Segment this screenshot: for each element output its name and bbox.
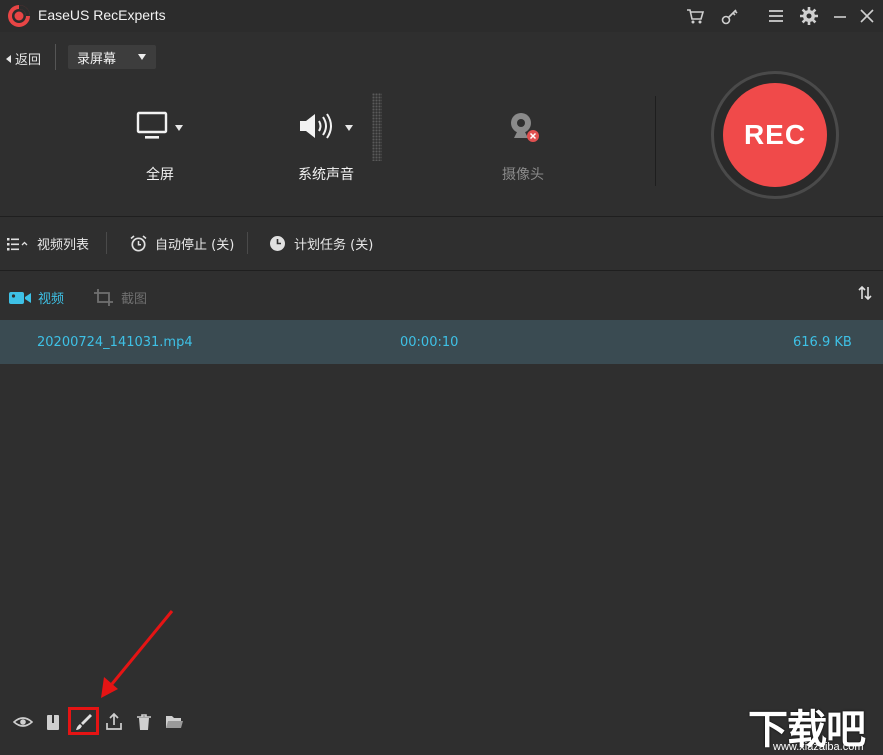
preview-eye-icon[interactable] <box>13 712 33 732</box>
upload-icon[interactable] <box>104 712 124 732</box>
rec-label: REC <box>743 119 807 150</box>
trim-icon[interactable] <box>43 712 63 732</box>
schedule-option[interactable]: 计划任务 (关) <box>269 234 373 253</box>
monitor-icon <box>136 111 168 139</box>
divider <box>655 96 656 186</box>
header-bar: 返回 录屏幕 <box>0 37 883 79</box>
screen-area-label: 全屏 <box>146 167 174 183</box>
divider <box>55 44 56 70</box>
menu-icon[interactable] <box>766 6 786 26</box>
video-camera-icon <box>9 291 31 304</box>
open-folder-icon[interactable] <box>164 712 184 732</box>
video-list-label: 视频列表 <box>37 238 90 253</box>
tab-video[interactable]: 视频 <box>9 288 64 307</box>
crop-icon <box>94 288 113 306</box>
video-list-toggle[interactable]: 视频列表 <box>7 234 89 253</box>
trash-icon[interactable] <box>134 712 154 732</box>
caret-down-icon <box>175 125 183 131</box>
speaker-icon <box>300 113 332 139</box>
webcam-icon <box>511 113 539 142</box>
key-icon[interactable] <box>720 6 740 26</box>
gear-icon[interactable] <box>799 6 819 26</box>
cart-icon[interactable] <box>685 6 705 26</box>
back-arrow-icon <box>6 54 11 63</box>
title-bar: EaseUS RecExperts <box>0 0 883 32</box>
caret-down-icon <box>345 125 353 131</box>
file-name: 20200724_141031.mp4 <box>37 335 193 350</box>
watermark-logo: 下载吧 www.xiazaiba.com <box>745 695 883 755</box>
watermark-url: www.xiazaiba.com <box>773 741 864 753</box>
sort-icon[interactable] <box>857 285 873 301</box>
app-title: EaseUS RecExperts <box>38 7 166 23</box>
file-action-toolbar <box>0 706 300 738</box>
minimize-icon[interactable] <box>830 6 850 26</box>
table-row[interactable]: 20200724_141031.mp4 00:00:10 616.9 KB <box>0 320 883 364</box>
back-button[interactable]: 返回 <box>6 49 41 68</box>
rec-button[interactable]: REC <box>711 71 839 199</box>
list-icon <box>7 237 28 250</box>
app-logo-icon <box>8 5 30 27</box>
record-mode-select[interactable]: 录屏幕 <box>68 45 156 69</box>
tab-screenshot-label: 截图 <box>121 292 148 307</box>
record-mode-label: 录屏幕 <box>77 51 117 67</box>
caret-down-icon <box>138 54 146 60</box>
auto-stop-label: 自动停止 (关) <box>155 238 235 253</box>
rec-button-face: REC <box>723 83 827 187</box>
options-bar: 视频列表 自动停止 (关) 计划任务 (关) <box>0 217 883 270</box>
divider <box>247 232 248 254</box>
clock-icon <box>270 236 285 251</box>
tab-video-label: 视频 <box>38 292 65 307</box>
file-size: 616.9 KB <box>793 335 852 350</box>
webcam-label: 摄像头 <box>502 167 544 183</box>
schedule-label: 计划任务 (关) <box>294 238 374 253</box>
divider <box>106 232 107 254</box>
volume-level-meter <box>372 93 382 161</box>
tab-screenshot[interactable]: 截图 <box>94 288 147 307</box>
annotation-highlight-box <box>68 707 99 735</box>
system-audio-label: 系统声音 <box>298 167 354 183</box>
alarm-clock-icon <box>130 235 147 252</box>
auto-stop-option[interactable]: 自动停止 (关) <box>130 234 234 253</box>
file-duration: 00:00:10 <box>400 335 459 350</box>
close-icon[interactable] <box>857 6 877 26</box>
back-label: 返回 <box>15 53 42 68</box>
media-tabs: 视频 截图 <box>0 271 883 319</box>
